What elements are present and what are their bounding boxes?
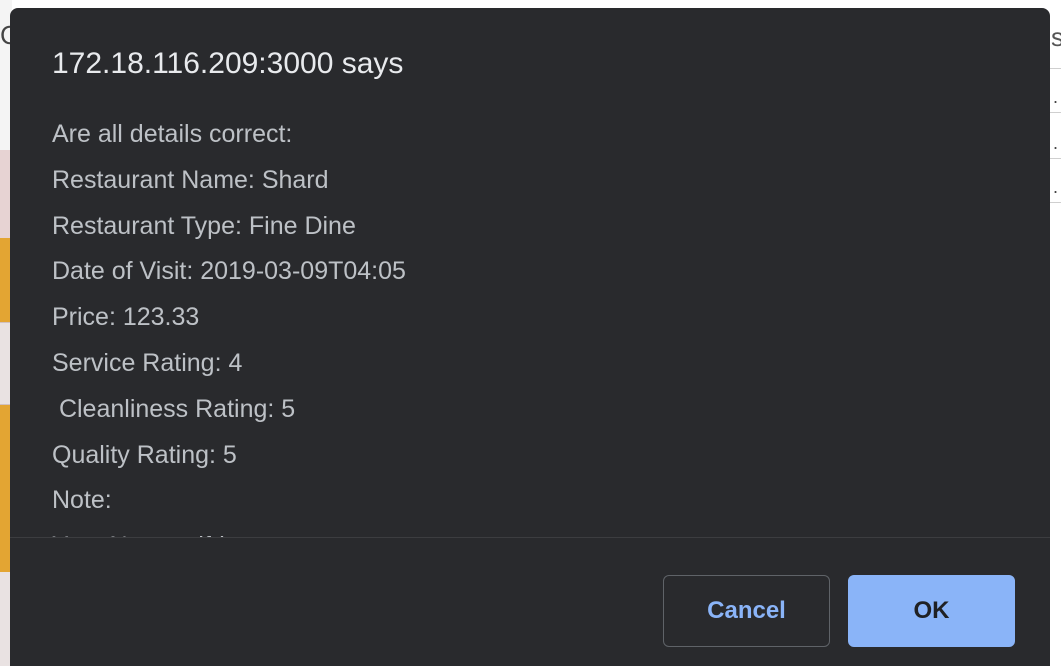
- message-line: Date of Visit: 2019-03-09T04:05: [52, 257, 406, 286]
- dialog-message[interactable]: Are all details correct: Restaurant Name…: [52, 112, 1012, 538]
- background-truncation-dot: .: [1053, 88, 1059, 106]
- background-truncation-dot: .: [1053, 178, 1059, 196]
- background-left-glyph: C: [0, 20, 10, 50]
- message-line: Restaurant Name: Shard: [52, 165, 329, 194]
- message-line: Are all details correct:: [52, 120, 293, 148]
- message-line: Your Name: dfd: [52, 524, 1012, 538]
- message-line: Quality Rating: 5: [52, 440, 237, 469]
- message-line: Restaurant Type: Fine Dine: [52, 211, 356, 240]
- message-line: Price: 123.33: [52, 303, 200, 332]
- dialog-separator: [10, 537, 1050, 538]
- message-line: Service Rating: 4: [52, 348, 243, 377]
- dialog-title: 172.18.116.209:3000 says: [52, 47, 404, 80]
- alert-dialog: 172.18.116.209:3000 says Are all details…: [10, 8, 1050, 666]
- background-divider: [1049, 68, 1061, 69]
- background-divider: [1049, 112, 1061, 113]
- background-truncation-dot: .: [1053, 134, 1059, 152]
- background-right-glyph: s: [1051, 22, 1061, 52]
- background-divider: [1049, 158, 1061, 159]
- background-divider: [1049, 202, 1061, 203]
- message-line: Cleanliness Rating: 5: [52, 394, 296, 423]
- cancel-button[interactable]: Cancel: [663, 575, 830, 647]
- ok-button[interactable]: OK: [848, 575, 1015, 647]
- message-line: Note:: [52, 486, 119, 515]
